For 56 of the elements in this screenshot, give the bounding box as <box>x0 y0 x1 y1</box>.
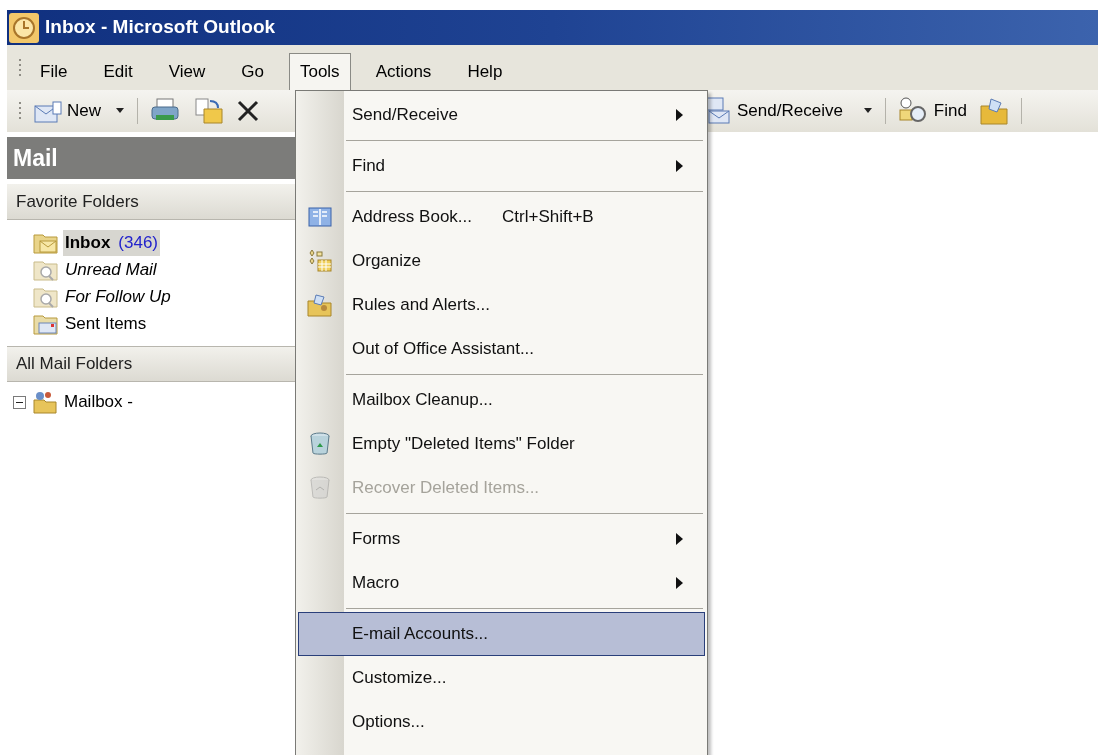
folder-envelope-icon <box>33 232 59 254</box>
clock-icon <box>9 12 39 43</box>
menu-bar-item[interactable]: Help <box>456 53 514 90</box>
shortcut-text: Ctrl+Shift+B <box>502 206 594 229</box>
find-button[interactable]: Find <box>897 96 967 126</box>
menu-item[interactable]: Macro <box>298 561 705 605</box>
menu-bar-item[interactable]: Edit <box>92 53 144 90</box>
pane-title: Mail <box>13 143 58 173</box>
menu-bar-item[interactable]: View <box>157 53 217 90</box>
move-to-folder-icon[interactable] <box>194 97 224 125</box>
book-icon <box>307 206 333 228</box>
section-title: Favorite Folders <box>16 190 139 213</box>
folder-letter-icon <box>33 313 59 335</box>
menu-item[interactable]: Out of Office Assistant... <box>298 327 705 371</box>
folder-people-icon <box>307 293 333 317</box>
search-folder-icon <box>33 259 59 281</box>
delete-icon[interactable] <box>236 99 260 123</box>
menu-bar-item[interactable]: File <box>29 53 79 90</box>
folder-item[interactable]: Inbox (346) <box>63 230 161 256</box>
menu-bar-item[interactable]: Go <box>230 53 275 90</box>
window-title: Inbox - Microsoft Outlook <box>45 15 276 40</box>
submenu-arrow-icon <box>676 577 683 589</box>
menu-item[interactable]: Forms <box>298 510 705 561</box>
menu-item[interactable]: Find <box>298 137 705 188</box>
menu-item[interactable]: Rules and Alerts... <box>298 283 705 327</box>
unread-count: (346) <box>118 232 159 255</box>
mailbox-people-icon <box>32 390 58 414</box>
envelope-document-icon <box>33 98 63 124</box>
open-folder-icon[interactable] <box>978 96 1011 126</box>
organize-icon <box>307 249 333 273</box>
folder-item[interactable]: Unread Mail <box>63 257 159 283</box>
new-button[interactable]: New <box>33 98 125 124</box>
menu-bar-item[interactable]: Actions <box>364 53 443 90</box>
send-receive-dropdown-icon <box>862 108 873 114</box>
submenu-arrow-icon <box>676 160 683 172</box>
submenu-arrow-icon <box>676 533 683 545</box>
folder-item[interactable]: Sent Items <box>63 311 149 337</box>
menu-item[interactable]: Customize... <box>298 656 705 700</box>
menu-item[interactable]: Empty "Deleted Items" Folder <box>298 422 705 466</box>
recover-bin-icon <box>309 476 331 500</box>
trash-can-icon <box>309 432 331 456</box>
collapse-icon[interactable] <box>13 395 26 409</box>
toolbar-grip[interactable] <box>17 100 23 122</box>
menu-item[interactable]: Address Book... Ctrl+Shift+B <box>298 188 705 239</box>
folder-item[interactable]: For Follow Up <box>63 284 173 310</box>
menu-bar-item[interactable]: Tools <box>288 53 351 90</box>
search-folder-icon <box>33 286 59 308</box>
menu-item[interactable]: Organize <box>298 239 705 283</box>
menu-item[interactable]: Mailbox Cleanup... <box>298 371 705 422</box>
new-dropdown-icon <box>115 108 125 114</box>
menu-item[interactable]: Options... <box>298 700 705 744</box>
tree-item[interactable]: Mailbox - <box>64 389 133 415</box>
section-title: All Mail Folders <box>16 353 133 376</box>
menu-bar-grip[interactable] <box>17 56 23 79</box>
submenu-arrow-icon <box>676 109 683 121</box>
send-receive-button[interactable]: Send/Receive <box>701 96 873 126</box>
